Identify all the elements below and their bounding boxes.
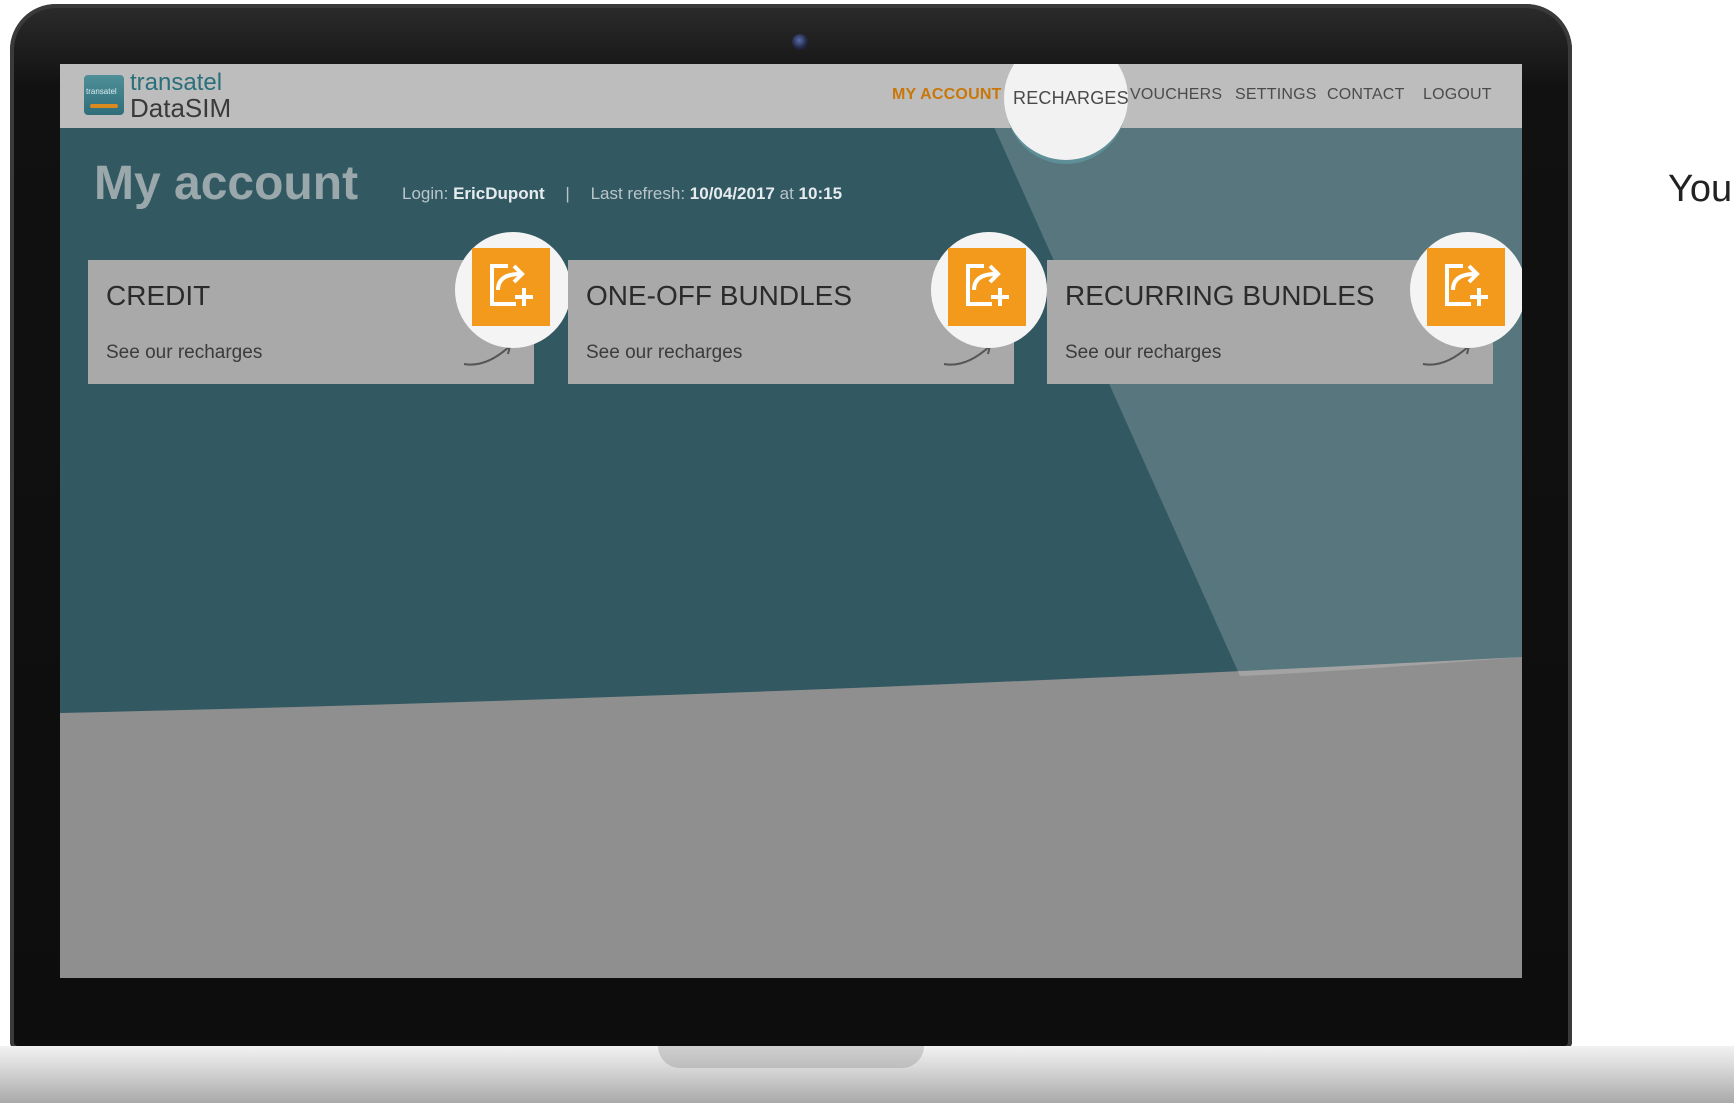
login-value: EricDupont	[453, 184, 545, 203]
hero-background	[60, 128, 1522, 713]
recharge-add-icon[interactable]	[948, 248, 1026, 326]
top-navigation-bar: transatel transatel DataSIM MY ACCOUNT R…	[60, 64, 1522, 160]
refresh-date: 10/04/2017	[689, 184, 775, 203]
card-title: RECURRING BUNDLES	[1065, 280, 1375, 311]
logo-text-top: transatel	[130, 69, 223, 96]
card-link[interactable]: See our recharges	[106, 342, 262, 364]
card-title: CREDIT	[106, 280, 211, 311]
card-title: ONE-OFF BUNDLES	[586, 280, 853, 311]
nav-vouchers[interactable]: VOUCHERS	[1130, 86, 1222, 104]
nav-contact[interactable]: CONTACT	[1327, 86, 1405, 104]
refresh-label: Last refresh:	[590, 184, 686, 203]
nav-logout[interactable]: LOGOUT	[1423, 86, 1492, 104]
nav-recharges[interactable]: RECHARGES	[1013, 88, 1129, 109]
refresh-time: 10:15	[798, 184, 843, 203]
recharge-add-icon[interactable]	[1427, 248, 1505, 326]
page-meta: Login: EricDupont | Last refresh: 10/04/…	[402, 184, 842, 204]
side-text: You	[1668, 168, 1733, 210]
screen: My account Login: EricDupont | Last refr…	[60, 64, 1522, 978]
nav-my-account[interactable]: MY ACCOUNT	[892, 86, 1002, 104]
refresh-at: at	[779, 184, 794, 203]
recharge-add-icon[interactable]	[472, 248, 550, 326]
card-link[interactable]: See our recharges	[586, 342, 742, 364]
camera-icon	[792, 34, 808, 50]
nav-settings[interactable]: SETTINGS	[1235, 86, 1317, 104]
hero-section: My account Login: EricDupont | Last refr…	[60, 128, 1522, 978]
card-link[interactable]: See our recharges	[1065, 342, 1221, 364]
laptop-notch	[658, 1046, 924, 1068]
page-title: My account	[94, 157, 359, 210]
login-label: Login:	[402, 184, 449, 203]
logo-text-bottom: DataSIM	[130, 93, 232, 123]
logo-icon: transatel	[84, 75, 124, 115]
meta-separator: |	[565, 184, 570, 203]
